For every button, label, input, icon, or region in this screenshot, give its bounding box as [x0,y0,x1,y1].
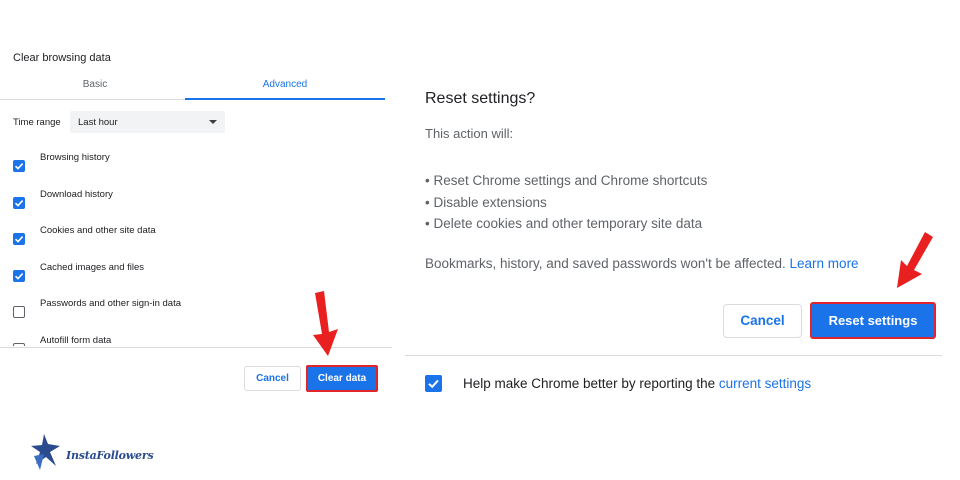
tab-basic[interactable]: Basic [0,79,190,90]
info-note: Bookmarks, history, and saved passwords … [425,256,859,271]
list-item: • Delete cookies and other temporary sit… [425,216,703,231]
red-arrow-icon [313,291,338,356]
dialog-title: Reset settings? [425,90,536,107]
reset-settings-button[interactable]: Reset settings [810,302,936,339]
tab-advanced[interactable]: Advanced [185,79,385,90]
footer-divider [405,355,942,356]
item-label: Passwords and other sign-in data [40,298,181,309]
checkbox-checked[interactable] [13,196,25,209]
current-settings-link[interactable]: current settings [719,376,811,391]
item-label: Download history [40,188,113,200]
list-item-cookies[interactable]: Cookies and other site data [0,221,380,257]
checkbox-checked[interactable] [13,160,25,172]
checkbox-checked[interactable] [13,269,25,282]
checkbox-unchecked[interactable] [13,306,25,318]
learn-more-link[interactable]: Learn more [790,256,859,271]
cancel-button[interactable]: Cancel [723,304,802,338]
reset-settings-dialog: Reset settings? This action will: • Rese… [405,0,960,480]
clear-data-button[interactable]: Clear data [306,365,378,392]
tab-active-indicator [185,98,385,100]
report-label: Help make Chrome better by reporting the… [463,376,811,391]
red-arrow-icon [897,232,933,288]
list-item-browsing-history[interactable]: Browsing history [0,148,380,184]
checkbox-unchecked[interactable] [13,342,25,346]
logo-text: InstaFollowers [66,449,154,462]
time-range-value: Last hour [78,117,118,128]
item-label: Autofill form data [40,334,112,346]
report-checkbox[interactable] [425,375,442,392]
time-range-select[interactable]: Last hour [70,111,225,133]
time-range-label: Time range [13,117,61,128]
cancel-button[interactable]: Cancel [244,366,301,391]
list-item: • Disable extensions [425,194,547,210]
list-item-download-history[interactable]: Download history [0,185,380,221]
caret-down-icon [209,120,217,124]
logo-bird-icon [31,434,60,470]
note-text: Bookmarks, history, and saved passwords … [425,256,786,271]
item-label: Cached images and files [40,261,145,273]
dialog-subtitle: This action will: [425,126,514,141]
report-text: Help make Chrome better by reporting the [463,376,716,391]
list-item: • Reset Chrome settings and Chrome short… [425,173,708,188]
action-list: • Reset Chrome settings and Chrome short… [425,170,707,235]
checkbox-checked[interactable] [13,233,25,245]
item-label: Cookies and other site data [40,225,156,236]
dialog-title: Clear browsing data [13,52,111,64]
item-label: Browsing history [40,152,110,163]
instafollowers-logo: InstaFollowers [30,432,154,472]
list-item-cached-images[interactable]: Cached images and files [0,258,380,294]
